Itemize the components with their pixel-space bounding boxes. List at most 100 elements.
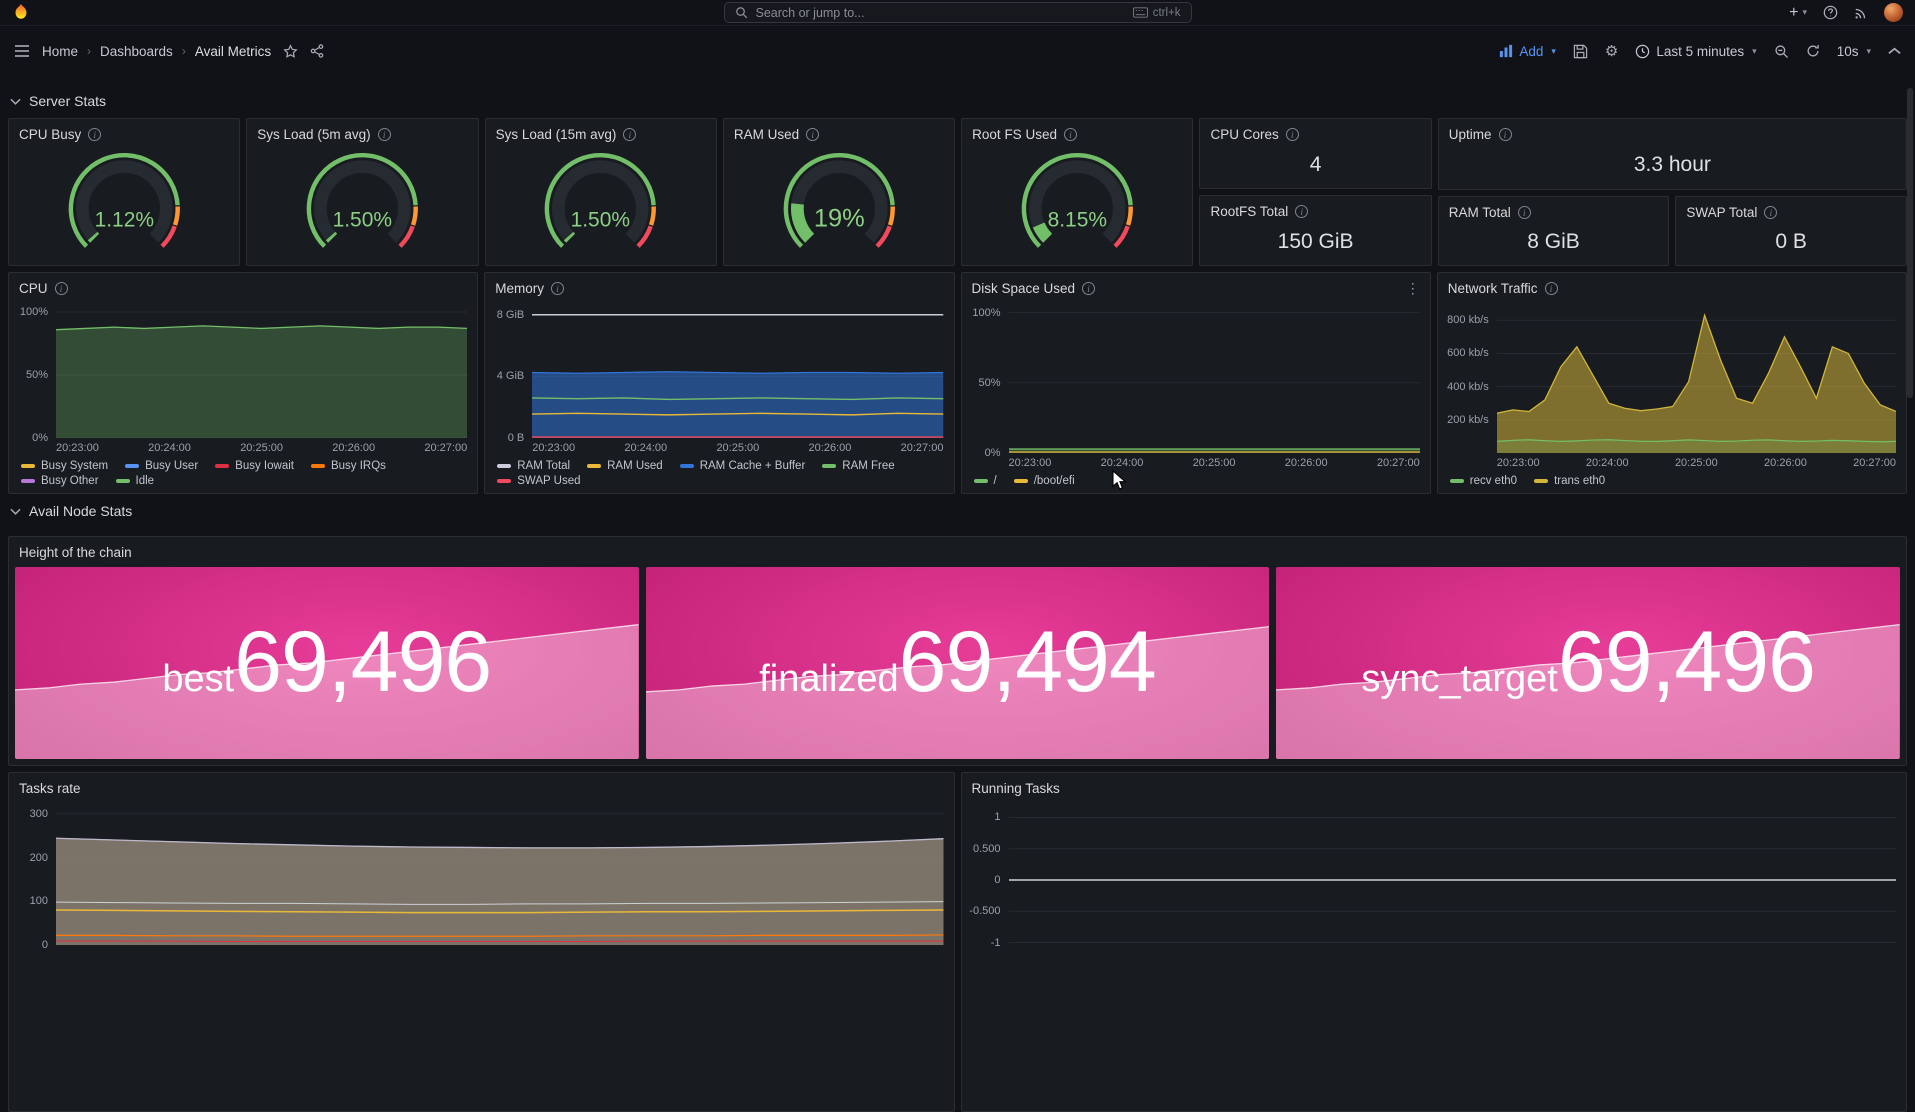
favorite-star-icon[interactable] [283, 44, 298, 59]
legend-item[interactable]: / [974, 475, 997, 487]
breadcrumb-dashboards[interactable]: Dashboards [100, 44, 173, 59]
breadcrumb-home[interactable]: Home [42, 44, 78, 59]
panel-menu-icon[interactable]: ⋮ [1404, 280, 1422, 297]
legend-item[interactable]: /boot/efi [1014, 475, 1075, 487]
panel-title[interactable]: Height of the chain [19, 545, 132, 560]
panel-title[interactable]: RAM Total [1449, 205, 1511, 220]
info-icon[interactable]: i [1295, 205, 1308, 218]
panel-title[interactable]: RootFS Total [1210, 204, 1288, 219]
panel-title[interactable]: Memory [495, 281, 544, 296]
info-icon[interactable]: i [1499, 128, 1512, 141]
breadcrumb-separator: › [87, 44, 91, 58]
panel-title[interactable]: CPU Cores [1210, 127, 1278, 142]
scrollbar[interactable] [1907, 88, 1913, 398]
legend: recv eth0 trans eth0 [1438, 469, 1896, 489]
row-server-stats[interactable]: Server Stats [8, 84, 1907, 118]
y-tick: 50% [978, 377, 1000, 389]
panel-network-traffic: Network Traffici 200 kb/s400 kb/s600 kb/… [1437, 272, 1907, 494]
panel-title[interactable]: Running Tasks [972, 781, 1060, 796]
y-axis: 10.5000-0.500-1 [962, 805, 1009, 955]
y-tick: 200 kb/s [1447, 414, 1489, 426]
legend-item[interactable]: SWAP Used [497, 475, 580, 487]
panel-tasks-rate: Tasks rate 3002001000 [8, 772, 955, 1112]
panel-disk-space-used: Disk Space Usedi⋮ 0%50%100% 20:23:0020:2… [961, 272, 1431, 494]
info-icon[interactable]: i [1082, 282, 1095, 295]
help-icon[interactable] [1823, 5, 1838, 20]
panel-title[interactable]: SWAP Total [1686, 205, 1757, 220]
info-icon[interactable]: i [1545, 282, 1558, 295]
x-tick: 20:26:00 [1764, 457, 1807, 469]
gauge: 1.50% [486, 145, 716, 265]
legend-marker [311, 464, 325, 468]
legend-item[interactable]: RAM Used [587, 460, 663, 472]
svg-text:19%: 19% [814, 204, 865, 232]
legend-item[interactable]: RAM Cache + Buffer [680, 460, 806, 472]
plot-area[interactable] [56, 805, 944, 945]
panel-title[interactable]: CPU [19, 281, 48, 296]
refresh-icon[interactable] [1806, 44, 1820, 58]
stat-value: 8 GiB [1439, 223, 1669, 265]
new-menu-button[interactable]: +▾ [1789, 5, 1807, 21]
info-icon[interactable]: i [1764, 206, 1777, 219]
plot-area[interactable] [56, 307, 467, 438]
legend-item[interactable]: trans eth0 [1534, 475, 1605, 487]
news-icon[interactable] [1854, 6, 1868, 20]
legend-item[interactable]: Busy Iowait [215, 460, 294, 472]
row-avail-node-stats[interactable]: Avail Node Stats [8, 494, 1907, 528]
search-input[interactable]: Search or jump to... ctrl+k [724, 2, 1192, 23]
info-icon[interactable]: i [623, 128, 636, 141]
legend-item[interactable]: recv eth0 [1450, 475, 1517, 487]
panel-title[interactable]: Root FS Used [972, 127, 1057, 142]
legend-marker [1450, 479, 1464, 483]
height-stat-sync-target: sync_target69,496 [1276, 567, 1900, 759]
legend-item[interactable]: Busy System [21, 460, 108, 472]
height-stats-grid: best69,496 finalized69,494 sync_target69… [9, 563, 1906, 765]
legend-item[interactable]: Busy User [125, 460, 198, 472]
plot-area[interactable] [532, 307, 943, 438]
plot-area[interactable] [1009, 805, 1897, 955]
save-icon[interactable] [1573, 44, 1588, 59]
panel-title[interactable]: Sys Load (5m avg) [257, 127, 370, 142]
info-icon[interactable]: i [1518, 206, 1531, 219]
info-icon[interactable]: i [88, 128, 101, 141]
panel-title[interactable]: CPU Busy [19, 127, 81, 142]
legend: Busy System Busy User Busy Iowait Busy IRQs… [9, 454, 467, 489]
legend-item[interactable]: Busy IRQs [311, 460, 386, 472]
zoom-out-icon[interactable] [1774, 44, 1789, 59]
y-tick: 100 [30, 895, 48, 907]
x-tick: 20:27:00 [1377, 457, 1420, 469]
y-tick: 0.500 [973, 843, 1001, 855]
info-icon[interactable]: i [1064, 128, 1077, 141]
legend-item[interactable]: RAM Free [822, 460, 894, 472]
panel-title[interactable]: Network Traffic [1448, 281, 1538, 296]
x-axis: 20:23:0020:24:0020:25:0020:26:0020:27:00 [56, 438, 467, 454]
collapse-chevron-icon[interactable] [1888, 47, 1901, 55]
panel-title[interactable]: Sys Load (15m avg) [496, 127, 617, 142]
plot-area[interactable] [1009, 307, 1420, 453]
panel-title[interactable]: Uptime [1449, 127, 1492, 142]
menu-toggle-icon[interactable] [14, 44, 30, 58]
time-range-picker[interactable]: Last 5 minutes ▾ [1635, 44, 1756, 59]
info-icon[interactable]: i [551, 282, 564, 295]
legend-item[interactable]: Idle [116, 475, 155, 487]
info-icon[interactable]: i [378, 128, 391, 141]
avatar[interactable] [1884, 3, 1903, 22]
panel-title[interactable]: Disk Space Used [972, 281, 1076, 296]
panel-title[interactable]: RAM Used [734, 127, 799, 142]
panel-swap-total: SWAP Totali 0 B [1675, 196, 1907, 266]
grafana-logo-icon[interactable] [12, 3, 30, 22]
stat-value: 69,496 [1558, 622, 1815, 704]
x-tick: 20:25:00 [1675, 457, 1718, 469]
refresh-interval-dropdown[interactable]: 10s ▾ [1837, 44, 1871, 59]
panel-title[interactable]: Tasks rate [19, 781, 81, 796]
share-icon[interactable] [310, 44, 324, 58]
add-button[interactable]: Add ▾ [1499, 44, 1556, 59]
info-icon[interactable]: i [1286, 128, 1299, 141]
legend-item[interactable]: Busy Other [21, 475, 99, 487]
settings-gear-icon[interactable]: ⚙ [1605, 44, 1618, 59]
info-icon[interactable]: i [55, 282, 68, 295]
legend-item[interactable]: RAM Total [497, 460, 570, 472]
plot-area[interactable] [1497, 307, 1896, 453]
stat-value: 150 GiB [1200, 222, 1430, 265]
info-icon[interactable]: i [806, 128, 819, 141]
